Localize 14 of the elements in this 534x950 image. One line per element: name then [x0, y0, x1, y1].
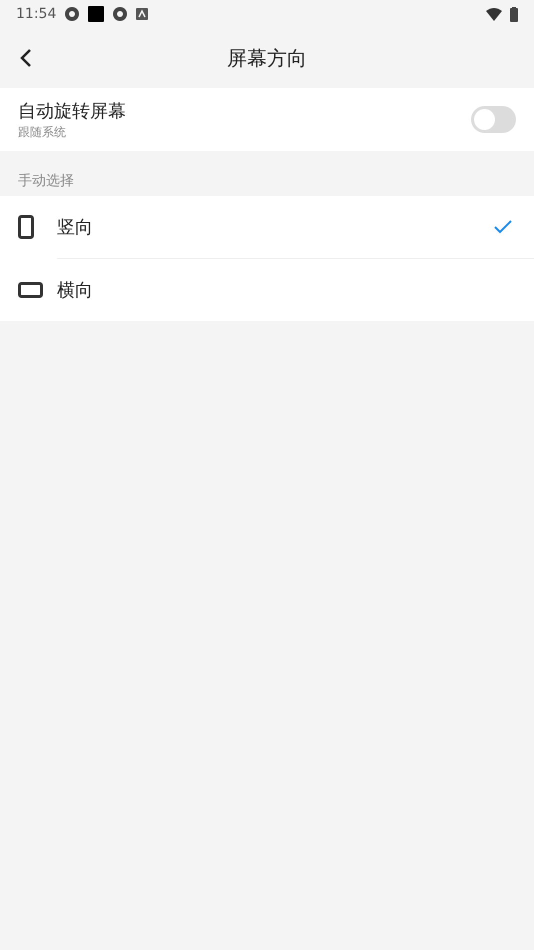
status-time: 11:54	[16, 4, 56, 24]
auto-rotate-label: 自动旋转屏幕	[18, 100, 127, 124]
auto-rotate-row[interactable]: 自动旋转屏幕 跟随系统	[0, 88, 534, 151]
auto-rotate-switch[interactable]	[471, 106, 516, 133]
page-title: 屏幕方向	[227, 45, 307, 72]
option-label: 横向	[57, 278, 94, 302]
square-icon	[88, 6, 104, 22]
battery-icon	[510, 6, 518, 22]
phone-portrait-icon	[18, 215, 34, 239]
phone-landscape-icon	[18, 282, 43, 298]
auto-rotate-subtitle: 跟随系统	[18, 124, 67, 140]
wifi-icon	[486, 8, 502, 20]
option-label: 竖向	[57, 216, 94, 240]
section-label: 手动选择	[18, 172, 74, 191]
